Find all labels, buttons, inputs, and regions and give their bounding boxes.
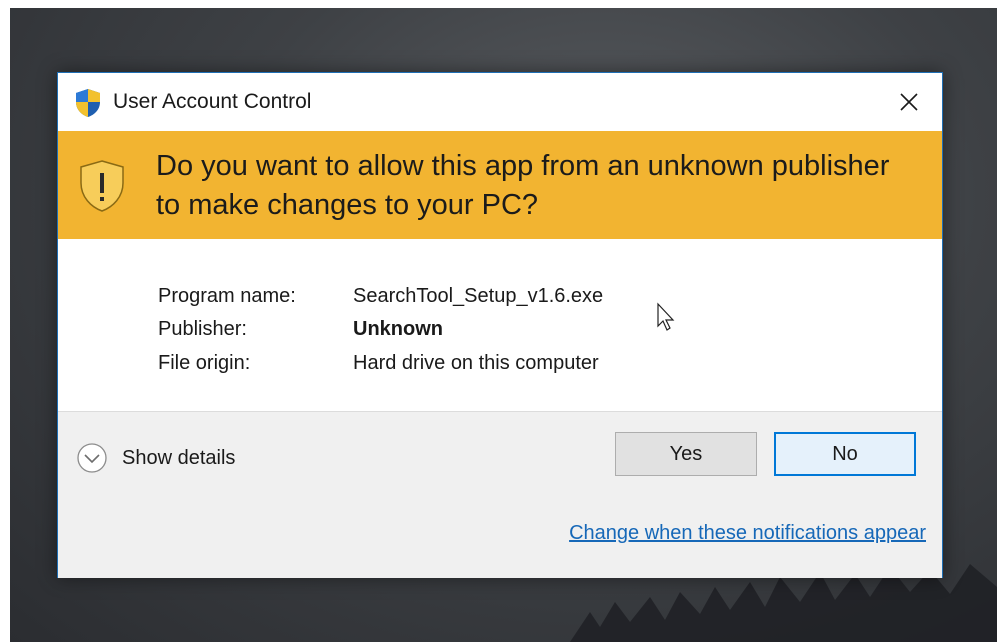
show-details-toggle[interactable]: Show details [76, 442, 235, 474]
yes-button[interactable]: Yes [615, 432, 757, 476]
program-name-label: Program name: [158, 285, 296, 307]
banner-question: Do you want to allow this app from an un… [156, 150, 890, 221]
file-origin-label: File origin: [158, 352, 251, 374]
close-icon [900, 93, 918, 111]
close-button[interactable] [892, 85, 926, 119]
file-origin-value: Hard drive on this computer [353, 352, 599, 374]
uac-shield-icon [76, 89, 100, 117]
warning-banner: Do you want to allow this app from an un… [58, 131, 942, 239]
warning-shield-icon [80, 160, 124, 212]
publisher-label: Publisher: [158, 318, 247, 340]
no-button[interactable]: No [774, 432, 916, 476]
dialog-footer: Show details Yes No Change when these no… [58, 411, 942, 578]
uac-dialog: User Account Control Do you want to allo… [57, 72, 943, 578]
mouse-cursor-icon [657, 302, 675, 331]
publisher-value: Unknown [353, 318, 443, 340]
title-bar: User Account Control [58, 73, 942, 131]
chevron-down-icon [77, 443, 107, 473]
show-details-label: Show details [122, 446, 236, 469]
dialog-title: User Account Control [113, 90, 312, 113]
program-name-value: SearchTool_Setup_v1.6.exe [353, 285, 604, 307]
program-info: Program name: SearchTool_Setup_v1.6.exe … [58, 239, 942, 411]
change-notifications-link[interactable]: Change when these notifications appear [569, 522, 926, 545]
